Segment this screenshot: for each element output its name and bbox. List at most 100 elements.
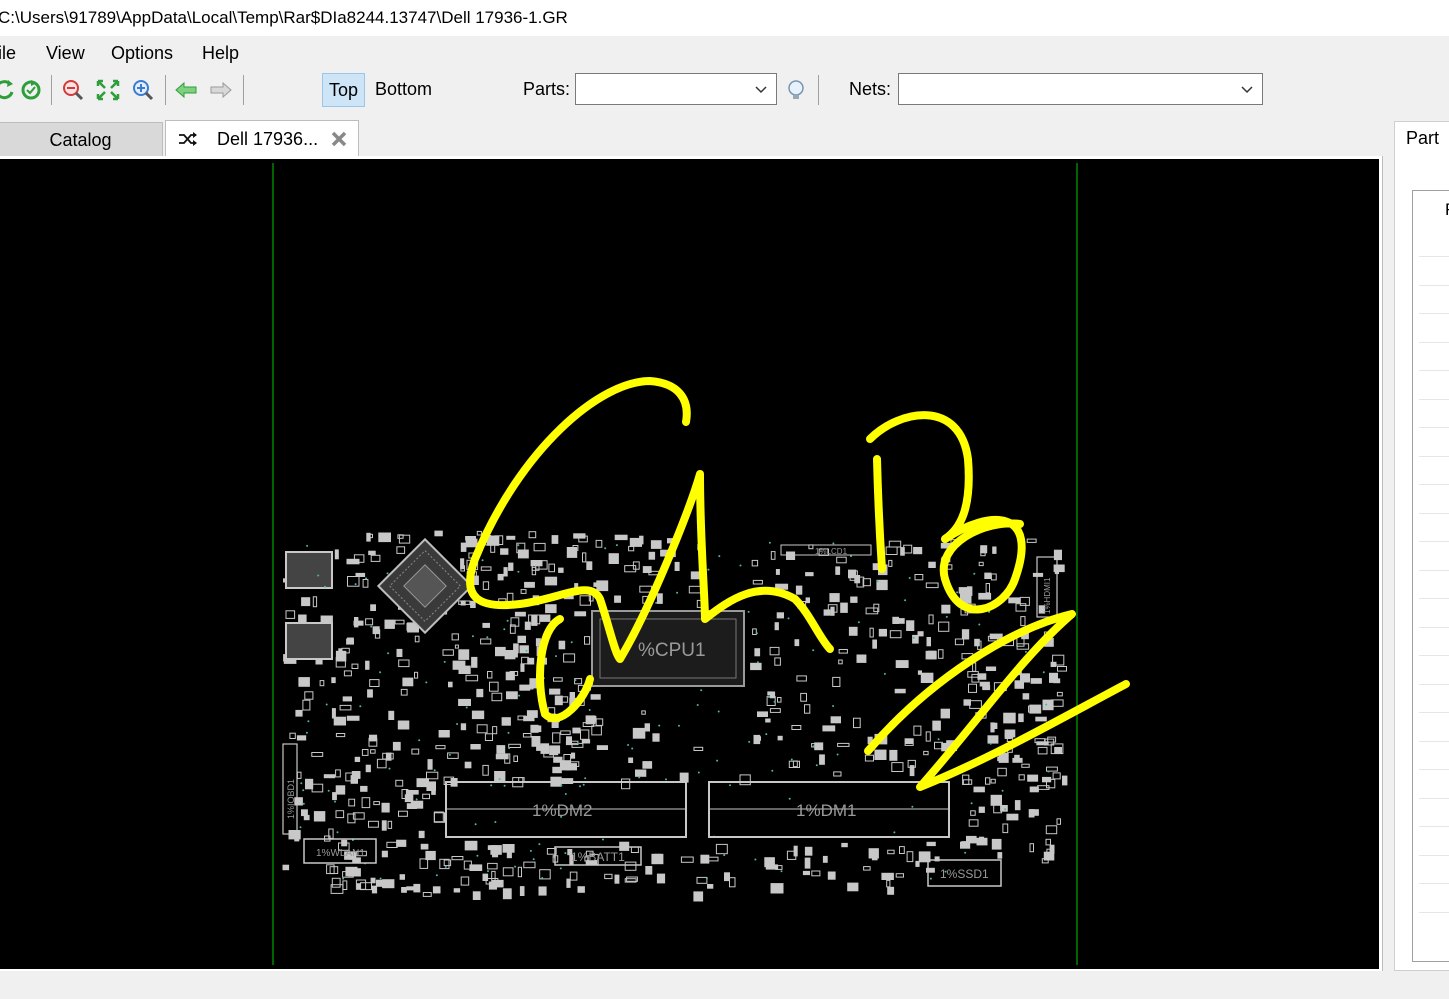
back-arrow-icon[interactable] (173, 78, 199, 102)
smd-component (402, 677, 414, 687)
via (559, 867, 562, 870)
zoom-out-icon[interactable] (60, 78, 86, 102)
board-canvas[interactable]: %CPU1 1%DM2 1%DM1 1%WLAN1 1%BATT1 1%SSD1… (0, 159, 1379, 969)
nets-combobox[interactable] (898, 73, 1263, 105)
part-list-row[interactable] (1419, 427, 1449, 428)
part-list-row[interactable] (1419, 512, 1449, 514)
tab-board[interactable]: Dell 17936... (165, 120, 359, 156)
via (978, 623, 981, 626)
via (1042, 671, 1045, 674)
part-list-row[interactable] (1419, 484, 1449, 485)
smd-component (770, 883, 784, 894)
smd-component (841, 842, 848, 848)
smd-component (872, 639, 877, 649)
via (876, 580, 879, 583)
part-list-row[interactable] (1419, 883, 1449, 884)
smd-component (1022, 693, 1030, 700)
smd-component (298, 614, 307, 624)
part-list-row[interactable] (1419, 313, 1449, 314)
menu-view[interactable]: View (46, 43, 85, 64)
smd-component (517, 635, 526, 644)
smd-component (551, 535, 559, 544)
via (508, 747, 511, 750)
smd-component (370, 877, 376, 884)
smd-component (558, 567, 564, 573)
via (832, 542, 835, 545)
tab-part[interactable]: Part (1406, 128, 1439, 149)
bottom-side-button[interactable]: Bottom (369, 73, 438, 105)
via (912, 636, 915, 639)
via (615, 544, 618, 547)
close-icon[interactable] (330, 130, 348, 148)
smd-component (288, 830, 301, 840)
part-list-row[interactable] (1419, 598, 1449, 599)
part-list-row[interactable] (1419, 683, 1449, 685)
smd-component (531, 725, 542, 733)
via (723, 854, 726, 857)
via (678, 724, 680, 727)
smd-component (346, 558, 360, 565)
via (1004, 808, 1007, 811)
part-list-row[interactable] (1419, 854, 1449, 856)
tab-catalog[interactable]: Catalog (0, 122, 163, 156)
part-list-row[interactable] (1419, 455, 1449, 457)
smd-component (496, 745, 506, 754)
zoom-in-icon[interactable] (130, 78, 156, 102)
top-side-button[interactable]: Top (322, 73, 366, 107)
part-list-row[interactable] (1419, 712, 1449, 713)
via (973, 572, 976, 575)
smd-component (1003, 712, 1016, 724)
part-list-row[interactable] (1419, 541, 1449, 542)
forward-arrow-icon[interactable] (208, 78, 234, 102)
smd-component (365, 660, 370, 670)
smd-component (1004, 729, 1016, 738)
smd-component (406, 886, 414, 891)
part-list-row[interactable] (1419, 626, 1449, 628)
part-list-row[interactable] (1419, 569, 1449, 571)
refresh-icon[interactable] (0, 78, 18, 102)
menu-options[interactable]: Options (111, 43, 173, 64)
smd-component (500, 548, 509, 555)
part-list-row[interactable] (1419, 370, 1449, 371)
part-list-row[interactable] (1419, 341, 1449, 343)
smd-component (460, 600, 466, 606)
smd-component (371, 885, 378, 894)
via (379, 671, 382, 674)
via (465, 706, 468, 709)
via (342, 877, 345, 880)
via (857, 621, 860, 624)
smd-component (639, 535, 644, 545)
part-list-row[interactable] (1419, 769, 1449, 770)
smd-component (1008, 597, 1021, 604)
smd-component (894, 688, 906, 694)
menu-help[interactable]: Help (202, 43, 239, 64)
part-list-row[interactable] (1419, 797, 1449, 799)
menu-file[interactable]: ile (0, 43, 16, 64)
part-list-row[interactable] (1419, 256, 1449, 257)
smd-component (679, 772, 689, 783)
smd-component (1035, 716, 1047, 722)
smd-component (1029, 786, 1039, 793)
smd-component (1036, 741, 1049, 746)
part-list-row[interactable] (1419, 826, 1449, 827)
smd-component (980, 545, 988, 554)
via (324, 585, 327, 588)
smd-component (331, 677, 336, 684)
smd-component (540, 743, 550, 754)
smd-component (531, 736, 541, 747)
part-list[interactable]: F (1412, 190, 1449, 962)
part-list-row[interactable] (1419, 911, 1449, 913)
part-list-row[interactable] (1419, 398, 1449, 400)
parts-combobox[interactable] (575, 73, 777, 105)
part-list-row[interactable] (1419, 740, 1449, 742)
part-list-row[interactable] (1419, 284, 1449, 286)
smd-component (413, 883, 421, 893)
smd-component (915, 860, 920, 867)
part-list-row[interactable] (1419, 655, 1449, 656)
via (354, 583, 357, 586)
smd-component (985, 666, 997, 671)
via (765, 733, 768, 736)
lightbulb-icon[interactable] (783, 78, 809, 102)
rotate-icon[interactable] (18, 78, 44, 102)
fit-icon[interactable] (95, 78, 121, 102)
